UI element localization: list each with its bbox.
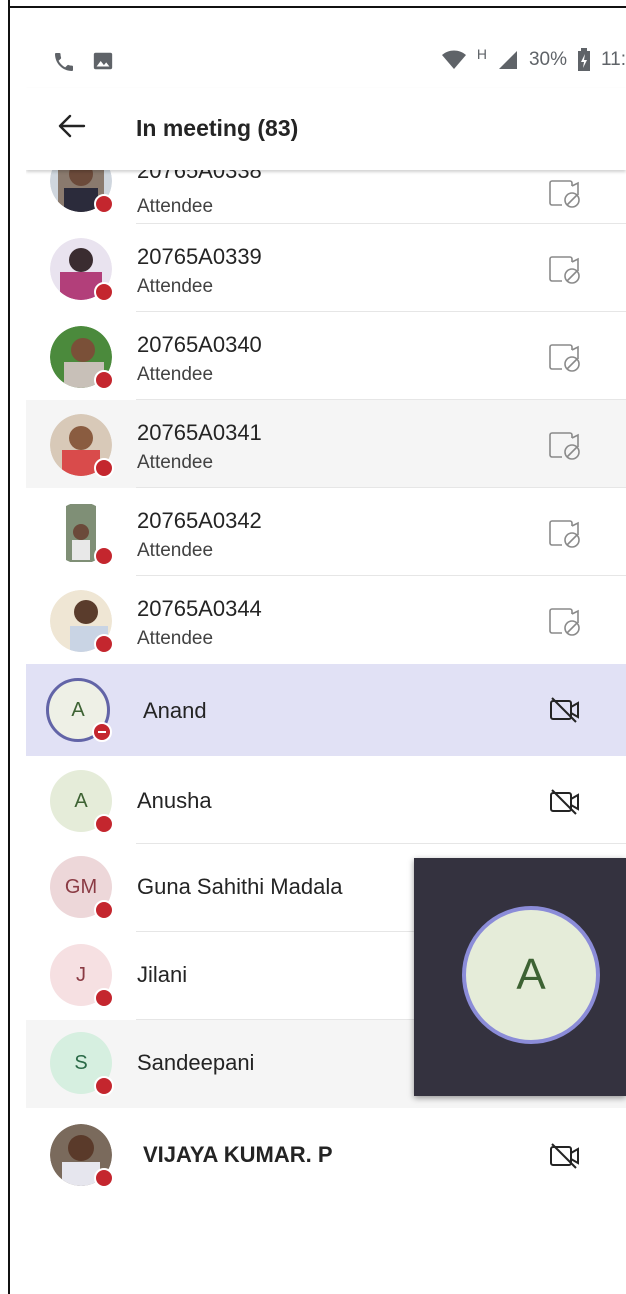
status-right: H 30% 11:: [441, 46, 626, 72]
phone-call-icon: [55, 53, 73, 71]
video-off-icon: [549, 608, 580, 636]
participant-name: 20765A0342: [137, 508, 262, 533]
camera-off-icon: [550, 697, 579, 723]
status-dot: [94, 634, 114, 654]
network-type-label: H: [476, 46, 487, 62]
teams-participants-screen: H 30% 11: In meeting (83) 20765A0338 Att…: [26, 8, 626, 1294]
video-off-icon: [549, 256, 580, 284]
video-off-icon: [549, 180, 580, 208]
battery-charging-icon: [577, 48, 590, 71]
participant-row[interactable]: 20765A0341 Attendee: [26, 400, 626, 488]
app-header: In meeting (83): [26, 88, 626, 170]
status-dot: [94, 900, 114, 920]
video-off-icon: [549, 520, 580, 548]
status-dot: [94, 370, 114, 390]
camera-off-icon: [550, 1143, 579, 1169]
participant-name: Anand: [143, 698, 207, 723]
participant-role: Attendee: [137, 364, 214, 385]
participant-role: Attendee: [137, 196, 214, 217]
participant-role: Attendee: [137, 628, 214, 649]
participant-row[interactable]: 20765A0342 Attendee: [26, 488, 626, 576]
status-dot: [94, 458, 114, 478]
participant-name: Anusha: [137, 788, 212, 813]
participant-role: Attendee: [137, 540, 214, 561]
battery-percent: 30%: [528, 49, 567, 70]
participant-name: 20765A0340: [137, 332, 262, 357]
status-dot: [94, 282, 114, 302]
participant-row[interactable]: VIJAYA KUMAR. P: [26, 1108, 626, 1198]
status-dot: [94, 1168, 114, 1188]
participant-role: Attendee: [137, 452, 214, 473]
status-dot: [94, 988, 114, 1008]
participant-row[interactable]: 20765A0344 Attendee: [26, 576, 626, 664]
gallery-icon: [93, 52, 113, 70]
participant-row[interactable]: A Anusha: [26, 756, 626, 844]
tile-avatar-initial: A: [462, 906, 600, 1044]
participant-name: Guna Sahithi Madala: [137, 874, 343, 899]
back-arrow-icon[interactable]: [54, 108, 90, 144]
self-video-tile[interactable]: A: [414, 858, 626, 1096]
do-not-disturb-dot: [92, 722, 112, 742]
page-title: In meeting (83): [136, 115, 299, 141]
participant-name: 20765A0344: [137, 596, 262, 621]
participant-name: Jilani: [137, 962, 188, 987]
clock: 11:: [600, 49, 626, 70]
participant-name: VIJAYA KUMAR. P: [143, 1142, 333, 1167]
participant-role: Attendee: [137, 276, 214, 297]
camera-off-icon: [550, 789, 579, 815]
wifi-icon: [441, 50, 466, 69]
status-dot: [94, 546, 114, 566]
participant-name: 20765A0339: [137, 244, 262, 269]
participant-name: Sandeepani: [137, 1050, 255, 1075]
participant-row[interactable]: 20765A0340 Attendee: [26, 312, 626, 400]
participant-row-selected[interactable]: A Anand: [26, 664, 626, 756]
status-dot: [94, 814, 114, 834]
status-dot: [94, 194, 114, 214]
video-off-icon: [549, 432, 580, 460]
participant-name: 20765A0341: [137, 420, 262, 445]
cell-signal-icon: [498, 51, 517, 69]
status-dot: [94, 1076, 114, 1096]
video-off-icon: [549, 344, 580, 372]
participant-row[interactable]: 20765A0339 Attendee: [26, 224, 626, 312]
